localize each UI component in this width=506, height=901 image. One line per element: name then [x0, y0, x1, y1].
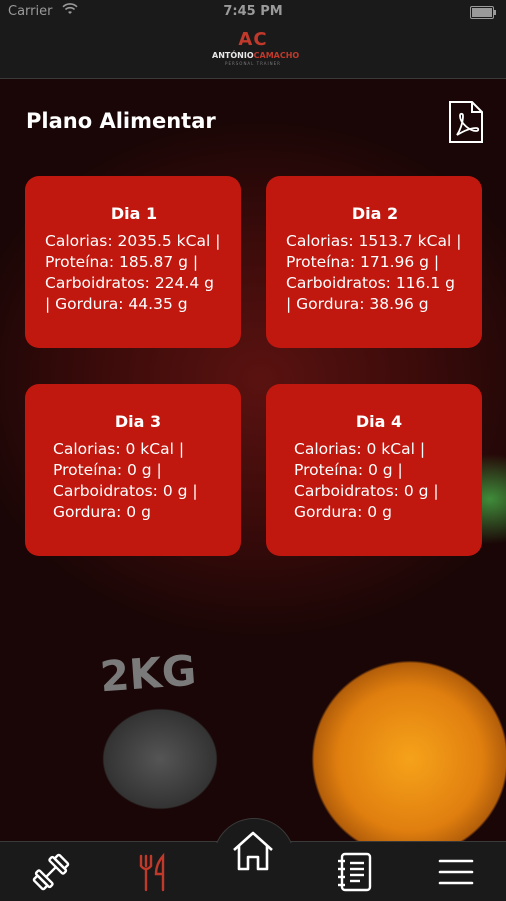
tab-nutrition[interactable] — [131, 850, 175, 894]
day-card-stats: Calorias: 1513.7 kCal | Proteína: 171.96… — [286, 232, 462, 313]
day-card[interactable]: Dia 2 Calorias: 1513.7 kCal | Proteína: … — [266, 176, 482, 348]
home-icon — [233, 831, 273, 871]
logo-name-last: CAMACHO — [253, 51, 300, 60]
day-card-title: Dia 3 — [114, 412, 162, 431]
day-card[interactable]: Dia 4 Calorias: 0 kCal | Proteína: 0 g |… — [266, 384, 482, 556]
day-card-stats: Calorias: 2035.5 kCal | Proteína: 185.87… — [45, 232, 221, 313]
tab-workout[interactable] — [29, 850, 73, 894]
app-header: AC ANTÓNIOCAMACHO PERSONAL TRAINER — [0, 24, 506, 79]
status-bar: Carrier 7:45 PM — [0, 0, 506, 24]
logo-mark: AC — [238, 29, 268, 50]
day-card-title: Dia 4 — [355, 412, 403, 431]
day-card[interactable]: Dia 3 Calorias: 0 kCal | Proteína: 0 g |… — [25, 384, 241, 556]
logo-name-first: ANTÓNIO — [212, 51, 254, 60]
background-weight-text: 2KG — [98, 645, 198, 702]
day-card-stats: Calorias: 0 kCal | Proteína: 0 g | Carbo… — [294, 440, 439, 521]
dumbbell-icon — [32, 853, 70, 891]
tab-notes[interactable] — [333, 850, 377, 894]
meal-plan-screen: 2KG Plano Alimentar Dia 1 Calorias: 2035… — [0, 79, 506, 841]
page-title: Plano Alimentar — [26, 109, 216, 133]
tab-menu[interactable] — [434, 850, 478, 894]
day-card-stats: Calorias: 0 kCal | Proteína: 0 g | Carbo… — [53, 440, 198, 521]
pdf-file-icon — [449, 101, 483, 143]
day-card-title: Dia 1 — [110, 204, 158, 223]
day-card-title: Dia 2 — [351, 204, 399, 223]
fork-knife-icon — [139, 852, 165, 892]
bottom-tab-bar — [0, 818, 506, 901]
battery-icon — [470, 6, 496, 19]
notebook-icon — [338, 852, 372, 892]
logo-subtitle: PERSONAL TRAINER — [225, 61, 281, 66]
pdf-download-button[interactable] — [448, 101, 484, 143]
status-time: 7:45 PM — [223, 4, 283, 19]
hamburger-menu-icon — [438, 859, 474, 885]
brand-logo: AC ANTÓNIOCAMACHO PERSONAL TRAINER — [212, 29, 299, 74]
logo-name: ANTÓNIOCAMACHO — [212, 50, 299, 61]
tab-home[interactable] — [230, 828, 276, 874]
day-card[interactable]: Dia 1 Calorias: 2035.5 kCal | Proteína: … — [25, 176, 241, 348]
